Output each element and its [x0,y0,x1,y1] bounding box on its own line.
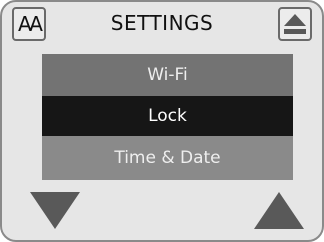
settings-menu: Wi-Fi Lock Time & Date [42,54,293,180]
menu-item-wifi[interactable]: Wi-Fi [42,54,293,96]
eject-button[interactable] [278,7,312,41]
arrow-up-icon[interactable] [254,192,304,230]
settings-screen: AA SETTINGS Wi-Fi Lock Time & Date [0,0,324,242]
eject-icon [284,14,306,34]
menu-item-time-date[interactable]: Time & Date [42,136,293,180]
page-title: SETTINGS [110,11,214,35]
menu-item-lock[interactable]: Lock [42,96,293,136]
arrow-down-icon[interactable] [30,192,80,230]
